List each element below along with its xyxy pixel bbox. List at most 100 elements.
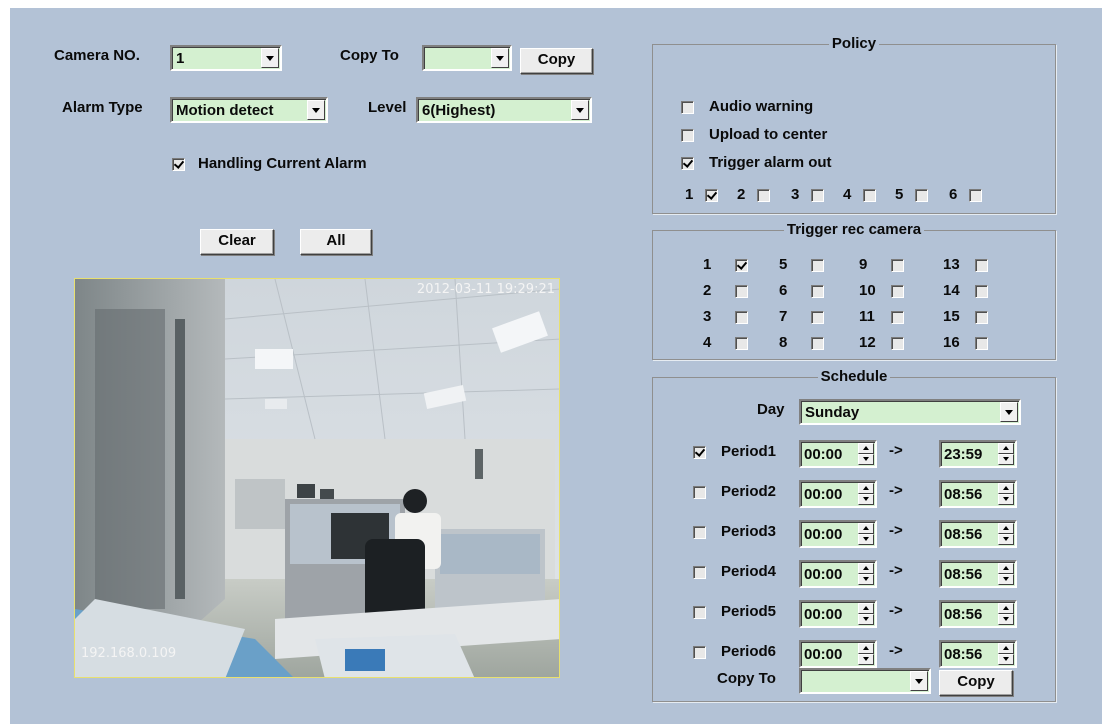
spin-down-icon[interactable]	[998, 614, 1014, 625]
alarm-type-label: Alarm Type	[62, 99, 143, 116]
alarm-output-number: 5	[895, 186, 904, 203]
period-checkbox[interactable]	[693, 526, 706, 539]
alarm-output-checkbox[interactable]	[705, 189, 718, 202]
all-button[interactable]: All	[300, 229, 372, 255]
spin-up-icon[interactable]	[998, 483, 1014, 494]
spin-down-icon[interactable]	[858, 654, 874, 665]
policy-option-checkbox[interactable]	[681, 157, 694, 170]
chevron-down-icon[interactable]	[571, 100, 589, 120]
alarm-output-checkbox[interactable]	[915, 189, 928, 202]
camera-no-select[interactable]: 1	[170, 45, 282, 71]
alarm-type-select[interactable]: Motion detect	[170, 97, 328, 123]
spin-down-icon[interactable]	[998, 654, 1014, 665]
copy-to-select[interactable]	[422, 45, 512, 71]
trigger-camera-checkbox[interactable]	[891, 311, 904, 324]
period-arrow: ->	[889, 482, 903, 499]
period-arrow: ->	[889, 562, 903, 579]
trigger-camera-checkbox[interactable]	[811, 285, 824, 298]
chevron-down-icon[interactable]	[261, 48, 279, 68]
handling-current-alarm-label: Handling Current Alarm	[198, 155, 367, 172]
spin-down-icon[interactable]	[858, 494, 874, 505]
period-end-time[interactable]: 08:56	[939, 520, 1017, 548]
alarm-output-checkbox[interactable]	[863, 189, 876, 202]
spin-up-icon[interactable]	[858, 483, 874, 494]
trigger-camera-checkbox[interactable]	[735, 285, 748, 298]
spin-down-icon[interactable]	[998, 454, 1014, 465]
period-arrow: ->	[889, 522, 903, 539]
period-checkbox[interactable]	[693, 566, 706, 579]
spin-up-icon[interactable]	[858, 523, 874, 534]
spin-down-icon[interactable]	[998, 534, 1014, 545]
period-end-value: 23:59	[944, 446, 983, 463]
spin-up-icon[interactable]	[858, 643, 874, 654]
alarm-type-value: Motion detect	[176, 102, 274, 119]
trigger-camera-checkbox[interactable]	[811, 337, 824, 350]
handling-current-alarm-checkbox[interactable]	[172, 158, 185, 171]
period-start-value: 00:00	[804, 486, 843, 503]
spin-up-icon[interactable]	[998, 643, 1014, 654]
clear-button[interactable]: Clear	[200, 229, 274, 255]
schedule-copy-to-select[interactable]	[799, 668, 931, 694]
trigger-camera-number: 8	[779, 334, 788, 351]
period-checkbox[interactable]	[693, 486, 706, 499]
trigger-camera-checkbox[interactable]	[975, 259, 988, 272]
trigger-camera-checkbox[interactable]	[735, 311, 748, 324]
period-end-time[interactable]: 08:56	[939, 560, 1017, 588]
trigger-camera-checkbox[interactable]	[975, 311, 988, 324]
trigger-camera-number: 3	[703, 308, 712, 325]
period-start-time[interactable]: 00:00	[799, 480, 877, 508]
trigger-camera-checkbox[interactable]	[811, 259, 824, 272]
policy-option-checkbox[interactable]	[681, 101, 694, 114]
camera-preview[interactable]: 2012-03-11 19:29:21 192.168.0.109	[74, 278, 560, 678]
level-select[interactable]: 6(Highest)	[416, 97, 592, 123]
period-checkbox[interactable]	[693, 446, 706, 459]
period-checkbox[interactable]	[693, 606, 706, 619]
period-start-time[interactable]: 00:00	[799, 560, 877, 588]
period-end-time[interactable]: 23:59	[939, 440, 1017, 468]
alarm-output-checkbox[interactable]	[757, 189, 770, 202]
period-end-time[interactable]: 08:56	[939, 640, 1017, 668]
copy-button[interactable]: Copy	[520, 48, 593, 74]
period-start-time[interactable]: 00:00	[799, 520, 877, 548]
spin-down-icon[interactable]	[858, 574, 874, 585]
trigger-camera-checkbox[interactable]	[891, 285, 904, 298]
trigger-camera-number: 9	[859, 256, 868, 273]
trigger-camera-checkbox[interactable]	[975, 285, 988, 298]
spin-down-icon[interactable]	[858, 454, 874, 465]
period-checkbox[interactable]	[693, 646, 706, 659]
trigger-camera-checkbox[interactable]	[735, 259, 748, 272]
spin-down-icon[interactable]	[858, 614, 874, 625]
alarm-output-checkbox[interactable]	[811, 189, 824, 202]
trigger-camera-checkbox[interactable]	[811, 311, 824, 324]
spin-up-icon[interactable]	[998, 443, 1014, 454]
camera-no-value: 1	[176, 50, 185, 67]
schedule-copy-button[interactable]: Copy	[939, 670, 1013, 696]
chevron-down-icon[interactable]	[1000, 402, 1018, 422]
trigger-camera-checkbox[interactable]	[891, 337, 904, 350]
level-value: 6(Highest)	[422, 102, 496, 119]
spin-up-icon[interactable]	[998, 603, 1014, 614]
trigger-camera-checkbox[interactable]	[735, 337, 748, 350]
spin-up-icon[interactable]	[998, 523, 1014, 534]
period-end-time[interactable]: 08:56	[939, 600, 1017, 628]
spin-down-icon[interactable]	[998, 574, 1014, 585]
policy-option-checkbox[interactable]	[681, 129, 694, 142]
period-start-time[interactable]: 00:00	[799, 600, 877, 628]
alarm-output-checkbox[interactable]	[969, 189, 982, 202]
chevron-down-icon[interactable]	[910, 671, 928, 691]
schedule-title: Schedule	[817, 368, 891, 385]
spin-down-icon[interactable]	[858, 534, 874, 545]
spin-up-icon[interactable]	[858, 443, 874, 454]
trigger-camera-checkbox[interactable]	[975, 337, 988, 350]
spin-up-icon[interactable]	[998, 563, 1014, 574]
trigger-camera-checkbox[interactable]	[891, 259, 904, 272]
day-select[interactable]: Sunday	[799, 399, 1021, 425]
period-end-time[interactable]: 08:56	[939, 480, 1017, 508]
period-start-time[interactable]: 00:00	[799, 640, 877, 668]
chevron-down-icon[interactable]	[307, 100, 325, 120]
spin-up-icon[interactable]	[858, 603, 874, 614]
chevron-down-icon[interactable]	[491, 48, 509, 68]
spin-down-icon[interactable]	[998, 494, 1014, 505]
period-start-time[interactable]: 00:00	[799, 440, 877, 468]
spin-up-icon[interactable]	[858, 563, 874, 574]
